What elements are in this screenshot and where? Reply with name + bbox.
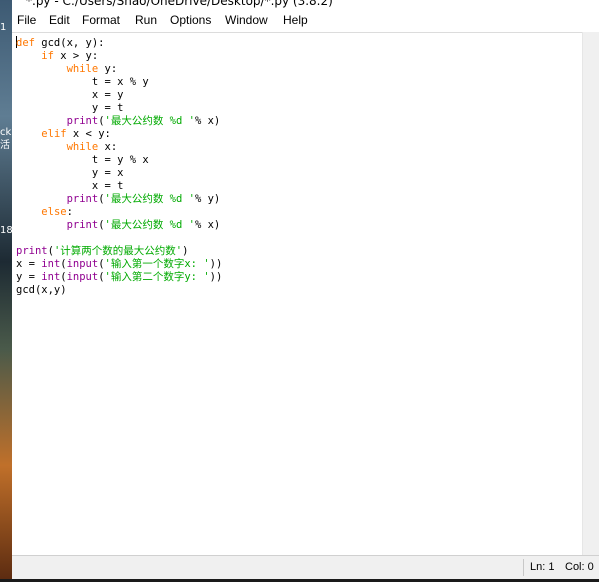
code-token: y = t [16, 102, 124, 114]
code-token: y: [98, 63, 118, 75]
code-line[interactable]: elif x < y: [16, 128, 222, 141]
menu-options[interactable]: Options [170, 13, 211, 27]
status-divider [523, 559, 524, 576]
code-token: '最大公约数 %d ' [104, 115, 195, 127]
code-token: elif [41, 128, 67, 140]
code-token: print [66, 219, 99, 231]
code-token: if [41, 50, 54, 62]
code-line[interactable]: x = int(input('输入第一个数字x: ')) [16, 258, 222, 271]
desktop-label: 活 [0, 140, 10, 151]
code-line[interactable]: t = y % x [16, 154, 222, 167]
code-line[interactable]: while y: [16, 63, 222, 76]
code-token: ) [182, 245, 189, 257]
code-token: x = [16, 258, 42, 270]
code-line[interactable]: print('最大公约数 %d '% y) [16, 193, 222, 206]
menu-file[interactable]: File [17, 13, 36, 27]
code-token: x = y [16, 89, 124, 101]
code-token: y = x [16, 167, 124, 179]
code-line[interactable]: def gcd(x, y): [16, 36, 222, 50]
code-token: print [66, 193, 99, 205]
code-token: )) [209, 258, 223, 270]
code-token: '输入第二个数字y: ' [104, 271, 210, 283]
title-bar[interactable]: *.py - C:/Users/Shao/OneDrive/Desktop/*.… [12, 0, 599, 9]
code-line[interactable]: y = t [16, 102, 222, 115]
code-token: print [16, 245, 48, 257]
code-token: gcd(x, y): [34, 37, 105, 49]
code-token: '最大公约数 %d ' [104, 193, 195, 205]
idle-editor-window: *.py - C:/Users/Shao/OneDrive/Desktop/*.… [12, 0, 599, 582]
code-token: x > y: [53, 50, 99, 62]
code-token: input [66, 271, 99, 283]
code-line[interactable]: x = y [16, 89, 222, 102]
code-line[interactable]: print('最大公约数 %d '% x) [16, 115, 222, 128]
code-token: % x) [194, 115, 221, 127]
code-text[interactable]: def gcd(x, y): if x > y: while y: t = x … [16, 36, 222, 297]
code-line[interactable]: y = int(input('输入第二个数字y: ')) [16, 271, 222, 284]
code-token: x < y: [66, 128, 111, 140]
code-token: : [66, 206, 73, 218]
menu-window[interactable]: Window [225, 13, 268, 27]
desktop-label: ck [0, 127, 12, 138]
code-token: )) [209, 271, 223, 283]
code-line[interactable]: x = t [16, 180, 222, 193]
code-token: t = x % y [16, 76, 149, 88]
menu-run[interactable]: Run [135, 13, 157, 27]
code-token: '输入第一个数字x: ' [104, 258, 210, 270]
vertical-scrollbar[interactable] [582, 32, 599, 555]
code-token: y = [16, 271, 42, 283]
code-token: % x) [194, 219, 221, 231]
code-line[interactable]: else: [16, 206, 222, 219]
code-line[interactable]: gcd(x,y) [16, 284, 222, 297]
code-token: % y) [194, 193, 221, 205]
code-token: x: [98, 141, 118, 153]
menu-bar: File Edit Format Run Options Window Help [12, 9, 599, 32]
status-bar: Ln: 1 Col: 0 [12, 555, 599, 580]
code-line[interactable] [16, 232, 222, 245]
code-token: int [41, 258, 61, 270]
code-line[interactable]: print('最大公约数 %d '% x) [16, 219, 222, 232]
code-token: print [66, 115, 99, 127]
code-line[interactable]: y = x [16, 167, 222, 180]
desktop-label: 18 [0, 225, 13, 236]
menu-format[interactable]: Format [82, 13, 120, 27]
code-token: x = t [16, 180, 124, 192]
code-line[interactable]: t = x % y [16, 76, 222, 89]
code-token: '最大公约数 %d ' [104, 219, 195, 231]
menu-edit[interactable]: Edit [49, 13, 70, 27]
desktop-label: 1 [0, 22, 7, 33]
status-column: Col: 0 [565, 561, 594, 573]
code-line[interactable]: if x > y: [16, 50, 222, 63]
window-title: *.py - C:/Users/Shao/OneDrive/Desktop/*.… [26, 0, 333, 8]
status-line: Ln: 1 [530, 561, 555, 573]
menu-help[interactable]: Help [283, 13, 308, 27]
code-token: int [41, 271, 61, 283]
code-token: '计算两个数的最大公约数' [53, 245, 183, 257]
code-token: gcd(x,y) [16, 284, 67, 296]
code-editor[interactable]: def gcd(x, y): if x > y: while y: t = x … [12, 32, 582, 556]
code-token: while [66, 63, 99, 75]
desktop-background: 1 ck 活 18 [0, 0, 13, 582]
code-line[interactable]: print('计算两个数的最大公约数') [16, 245, 222, 258]
code-token: input [66, 258, 99, 270]
code-token: while [66, 141, 99, 153]
code-token: def [16, 37, 35, 49]
code-line[interactable]: while x: [16, 141, 222, 154]
code-token: else [41, 206, 67, 218]
code-token: t = y % x [16, 154, 149, 166]
